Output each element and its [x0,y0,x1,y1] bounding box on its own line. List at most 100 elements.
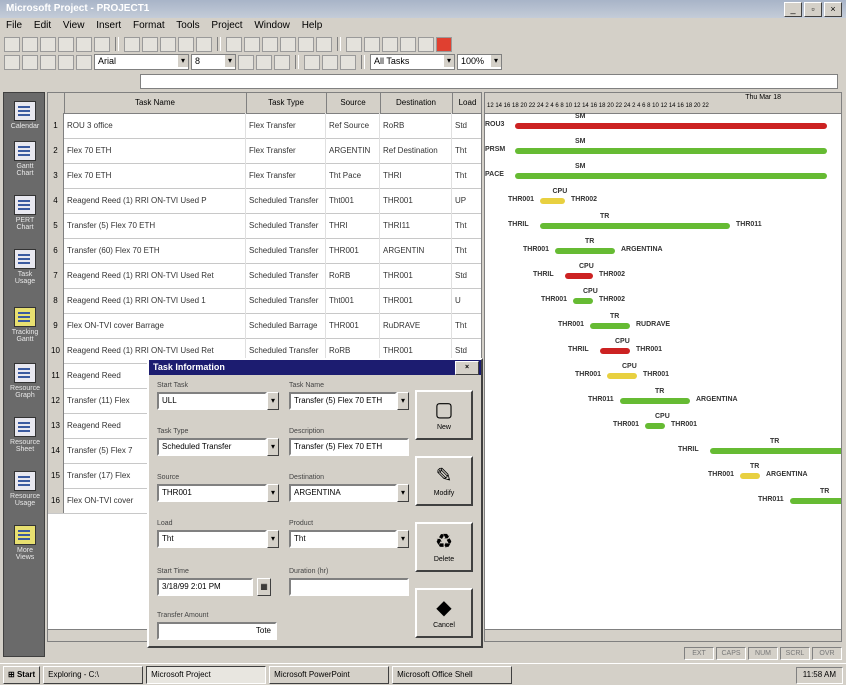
task-type-cell[interactable]: Scheduled Transfer [246,288,326,313]
taskbar-item-project[interactable]: Microsoft Project [146,665,267,684]
task-name-cell[interactable]: Flex 70 ETH [64,163,246,188]
task-name-cell[interactable]: Reagend Reed (1) RRI ON-TVI Used Ret [64,263,246,288]
source-field[interactable]: THR001 [157,484,267,502]
task-type-field[interactable]: Scheduled Transfer [157,438,267,456]
copy-icon[interactable] [142,36,158,52]
start-task-dropdown[interactable]: ▾ [267,392,279,410]
header-load[interactable]: Load [452,93,481,113]
table-row[interactable]: 2 Flex 70 ETH Flex Transfer ARGENTIN Ref Des… [48,138,481,164]
task-type-cell[interactable]: Scheduled Barrage [246,313,326,338]
header-task-type[interactable]: Task Type [246,93,327,113]
task-name-cell[interactable]: Flex 70 ETH [64,138,246,163]
task-notes-icon[interactable] [298,36,314,52]
view-resource-sheet[interactable]: Resource Sheet [7,417,43,453]
source-cell[interactable]: Tht Pace [326,163,380,188]
header-destination[interactable]: Destination [380,93,453,113]
destination-cell[interactable]: RoRB [380,113,452,138]
header-source[interactable]: Source [326,93,381,113]
row-number[interactable]: 14 [48,438,64,463]
gantt-bar[interactable] [710,448,841,454]
load-field[interactable]: Tht [157,530,267,548]
task-name-cell[interactable]: ROU 3 office [64,113,246,138]
gantt-bar[interactable] [607,373,637,379]
help-icon[interactable] [436,36,452,52]
menu-format[interactable]: Format [133,20,165,31]
gantt-bar[interactable] [565,273,593,279]
cancel-button[interactable]: ◆ Cancel [415,588,473,638]
view-pert-chart[interactable]: PERT Chart [7,195,43,231]
task-name-cell[interactable]: Transfer (5) Flex 70 ETH [64,213,246,238]
link-tasks-icon[interactable] [226,36,242,52]
gantt-bar[interactable] [600,348,630,354]
source-cell[interactable]: RoRB [326,263,380,288]
row-number[interactable]: 8 [48,288,64,313]
gantt-bar[interactable] [573,298,593,304]
destination-cell[interactable]: THRI11 [380,213,452,238]
taskbar-item-powerpoint[interactable]: Microsoft PowerPoint [269,665,390,684]
row-number[interactable]: 4 [48,188,64,213]
description-field[interactable]: Transfer (5) Flex 70 ETH [289,438,409,456]
task-type-cell[interactable]: Flex Transfer [246,113,326,138]
menu-view[interactable]: View [63,20,85,31]
gantt-bar[interactable] [515,123,827,129]
table-row[interactable]: 6 Transfer (60) Flex 70 ETH Scheduled Tran… [48,238,481,264]
task-info-icon[interactable] [280,36,296,52]
modify-button[interactable]: ✎ Modify [415,456,473,506]
menu-insert[interactable]: Insert [96,20,121,31]
dialog-close-button[interactable]: × [455,361,479,375]
menu-file[interactable]: File [6,20,22,31]
table-row[interactable]: 3 Flex 70 ETH Flex Transfer Tht Pace THRI Tht [48,163,481,189]
row-number[interactable]: 10 [48,338,64,363]
source-cell[interactable]: ARGENTIN [326,138,380,163]
load-cell[interactable]: Tht [452,163,481,188]
new-button[interactable]: ▢ New [415,390,473,440]
task-type-cell[interactable]: Scheduled Transfer [246,263,326,288]
load-cell[interactable]: Std [452,113,481,138]
minimize-button[interactable]: _ [784,2,802,17]
task-type-dropdown[interactable]: ▾ [267,438,279,456]
start-time-field[interactable]: 3/18/99 2:01 PM [157,578,253,596]
view-gantt-chart[interactable]: Gantt Chart [7,141,43,177]
menu-help[interactable]: Help [302,20,323,31]
system-tray-clock[interactable]: 11:58 AM [795,667,843,684]
view-resource-graph[interactable]: Resource Graph [7,363,43,399]
new-file-icon[interactable] [4,36,20,52]
load-cell[interactable]: Tht [452,238,481,263]
destination-field[interactable]: ARGENTINA [289,484,397,502]
product-field[interactable]: Tht [289,530,397,548]
row-number[interactable]: 9 [48,313,64,338]
view-tracking-gantt[interactable]: Tracking Gantt [7,307,43,343]
format-painter-icon[interactable] [178,36,194,52]
load-cell[interactable]: Tht [452,313,481,338]
load-cell[interactable]: UP [452,188,481,213]
menu-tools[interactable]: Tools [176,20,199,31]
gantt-bar[interactable] [590,323,630,329]
cut-icon[interactable] [124,36,140,52]
zoom-out-icon[interactable] [364,36,380,52]
align-right-icon[interactable] [340,54,356,70]
duration-field[interactable] [289,578,409,596]
plus-icon[interactable] [40,54,56,70]
load-cell[interactable]: Std [452,263,481,288]
source-cell[interactable]: THRI [326,213,380,238]
load-cell[interactable]: Tht [452,138,481,163]
destination-cell[interactable]: ARGENTIN [380,238,452,263]
task-name-cell[interactable]: Reagend Reed (1) RRI ON-TVI Used P [64,188,246,213]
row-number[interactable]: 6 [48,238,64,263]
source-cell[interactable]: Tht001 [326,288,380,313]
font-size-select[interactable]: 8 [191,54,236,70]
load-cell[interactable]: Tht [452,213,481,238]
gantt-bar[interactable] [555,248,615,254]
row-number[interactable]: 3 [48,163,64,188]
task-name-dropdown[interactable]: ▾ [397,392,409,410]
minus-icon[interactable] [58,54,74,70]
undo-icon[interactable] [196,36,212,52]
gantt-bar[interactable] [790,498,841,504]
source-dropdown[interactable]: ▾ [267,484,279,502]
load-cell[interactable]: U [452,288,481,313]
row-number[interactable]: 1 [48,113,64,138]
filter-select[interactable]: All Tasks [370,54,455,70]
row-number[interactable]: 13 [48,413,64,438]
bold-icon[interactable] [238,54,254,70]
source-cell[interactable]: Tht001 [326,188,380,213]
